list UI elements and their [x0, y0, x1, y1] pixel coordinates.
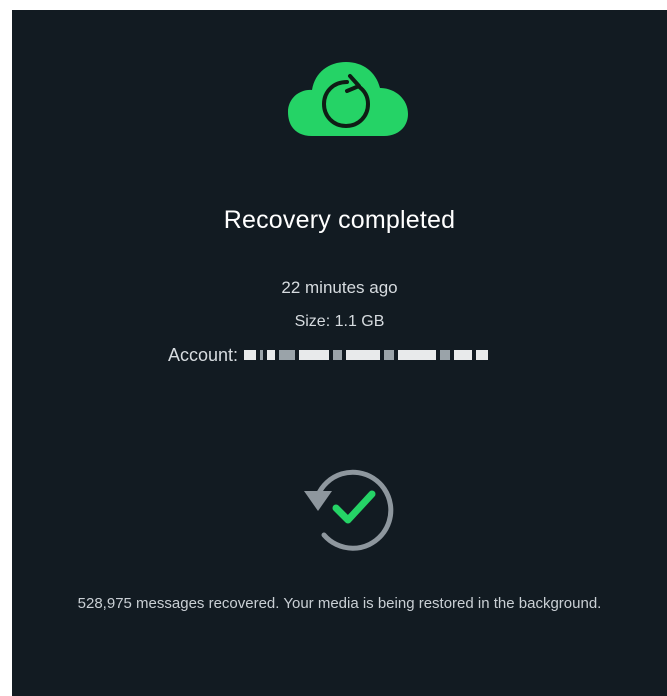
page-title: Recovery completed: [223, 206, 456, 234]
restore-check-icon: [304, 469, 394, 551]
account-row: Account:: [168, 343, 489, 367]
backup-size: Size: 1.1 GB: [294, 313, 385, 330]
account-label: Account:: [168, 344, 239, 365]
backup-time: 22 minutes ago: [281, 278, 398, 297]
restore-status-message: 528,975 messages recovered. Your media i…: [77, 595, 602, 612]
recovery-screen: Recovery completed 22 minutes ago Size: …: [12, 10, 667, 696]
account-email-redacted: [244, 350, 489, 360]
cloud-sync-icon: [288, 62, 408, 136]
